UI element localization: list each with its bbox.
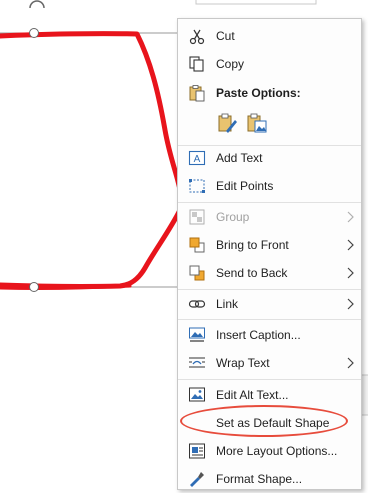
cut-label: Cut [216, 29, 235, 43]
set-default-shape-label: Set as Default Shape [216, 416, 330, 430]
menu-item-paste-options: Paste Options: [178, 79, 361, 107]
bring-to-front-label: Bring to Front [216, 238, 289, 252]
chevron-right-icon [347, 239, 354, 251]
menu-item-group: Group [178, 203, 361, 231]
text-box-icon: A [188, 150, 206, 166]
menu-item-bring-to-front[interactable]: Bring to Front [178, 231, 361, 259]
menu-item-add-text[interactable]: A Add Text [178, 144, 361, 172]
group-icon [189, 209, 205, 225]
format-shape-label: Format Shape... [216, 472, 303, 486]
send-to-back-icon [189, 265, 205, 281]
link-icon [188, 300, 206, 308]
link-label: Link [216, 297, 239, 311]
resize-handle-bottom[interactable] [29, 282, 39, 292]
copy-label: Copy [216, 57, 245, 71]
add-text-label: Add Text [216, 151, 263, 165]
rotate-handle-icon[interactable] [29, 0, 45, 9]
context-menu: Cut Copy Paste Options: A Add Text Edit … [177, 18, 362, 490]
clipboard-icon [189, 85, 205, 102]
paste-keep-formatting-icon[interactable] [216, 112, 238, 134]
chevron-right-icon [347, 267, 354, 279]
edit-points-icon [189, 179, 205, 193]
menu-item-wrap-text[interactable]: Wrap Text [178, 349, 361, 377]
menu-item-copy[interactable]: Copy [178, 50, 361, 78]
menu-item-insert-caption[interactable]: Insert Caption... [178, 321, 361, 349]
wrap-text-icon [189, 357, 205, 368]
menu-item-edit-points[interactable]: Edit Points [178, 172, 361, 200]
svg-text:A: A [194, 154, 201, 165]
format-shape-icon [190, 472, 204, 487]
menu-item-more-layout-options[interactable]: More Layout Options... [178, 437, 361, 465]
more-layout-options-label: More Layout Options... [216, 444, 338, 458]
layout-options-icon [189, 443, 205, 459]
caption-icon [189, 327, 205, 342]
edit-points-label: Edit Points [216, 179, 274, 193]
chevron-right-icon [347, 357, 354, 369]
scissors-icon [189, 29, 205, 45]
paste-options-row [216, 112, 268, 140]
freeform-shape[interactable] [0, 31, 184, 289]
separator [178, 319, 361, 320]
menu-item-edit-alt-text[interactable]: Edit Alt Text... [178, 381, 361, 409]
menu-item-send-to-back[interactable]: Send to Back [178, 259, 361, 287]
resize-handle-top[interactable] [29, 28, 39, 38]
paste-picture-icon[interactable] [246, 112, 268, 134]
paste-options-label: Paste Options: [216, 86, 301, 100]
separator [178, 379, 361, 380]
insert-caption-label: Insert Caption... [216, 328, 301, 342]
menu-item-link[interactable]: Link [178, 290, 361, 318]
toolbar-edge [195, 0, 317, 5]
chevron-right-icon [347, 298, 354, 310]
chevron-right-icon [347, 211, 354, 223]
menu-item-cut[interactable]: Cut [178, 22, 361, 50]
edit-alt-text-label: Edit Alt Text... [216, 388, 289, 402]
copy-icon [189, 56, 204, 72]
menu-item-format-shape[interactable]: Format Shape... [178, 465, 361, 493]
bring-to-front-icon [189, 237, 205, 253]
alt-text-icon [189, 387, 205, 402]
wrap-text-label: Wrap Text [216, 356, 270, 370]
menu-item-set-default-shape[interactable]: Set as Default Shape [178, 409, 361, 437]
send-to-back-label: Send to Back [216, 266, 288, 280]
group-label: Group [216, 210, 250, 224]
